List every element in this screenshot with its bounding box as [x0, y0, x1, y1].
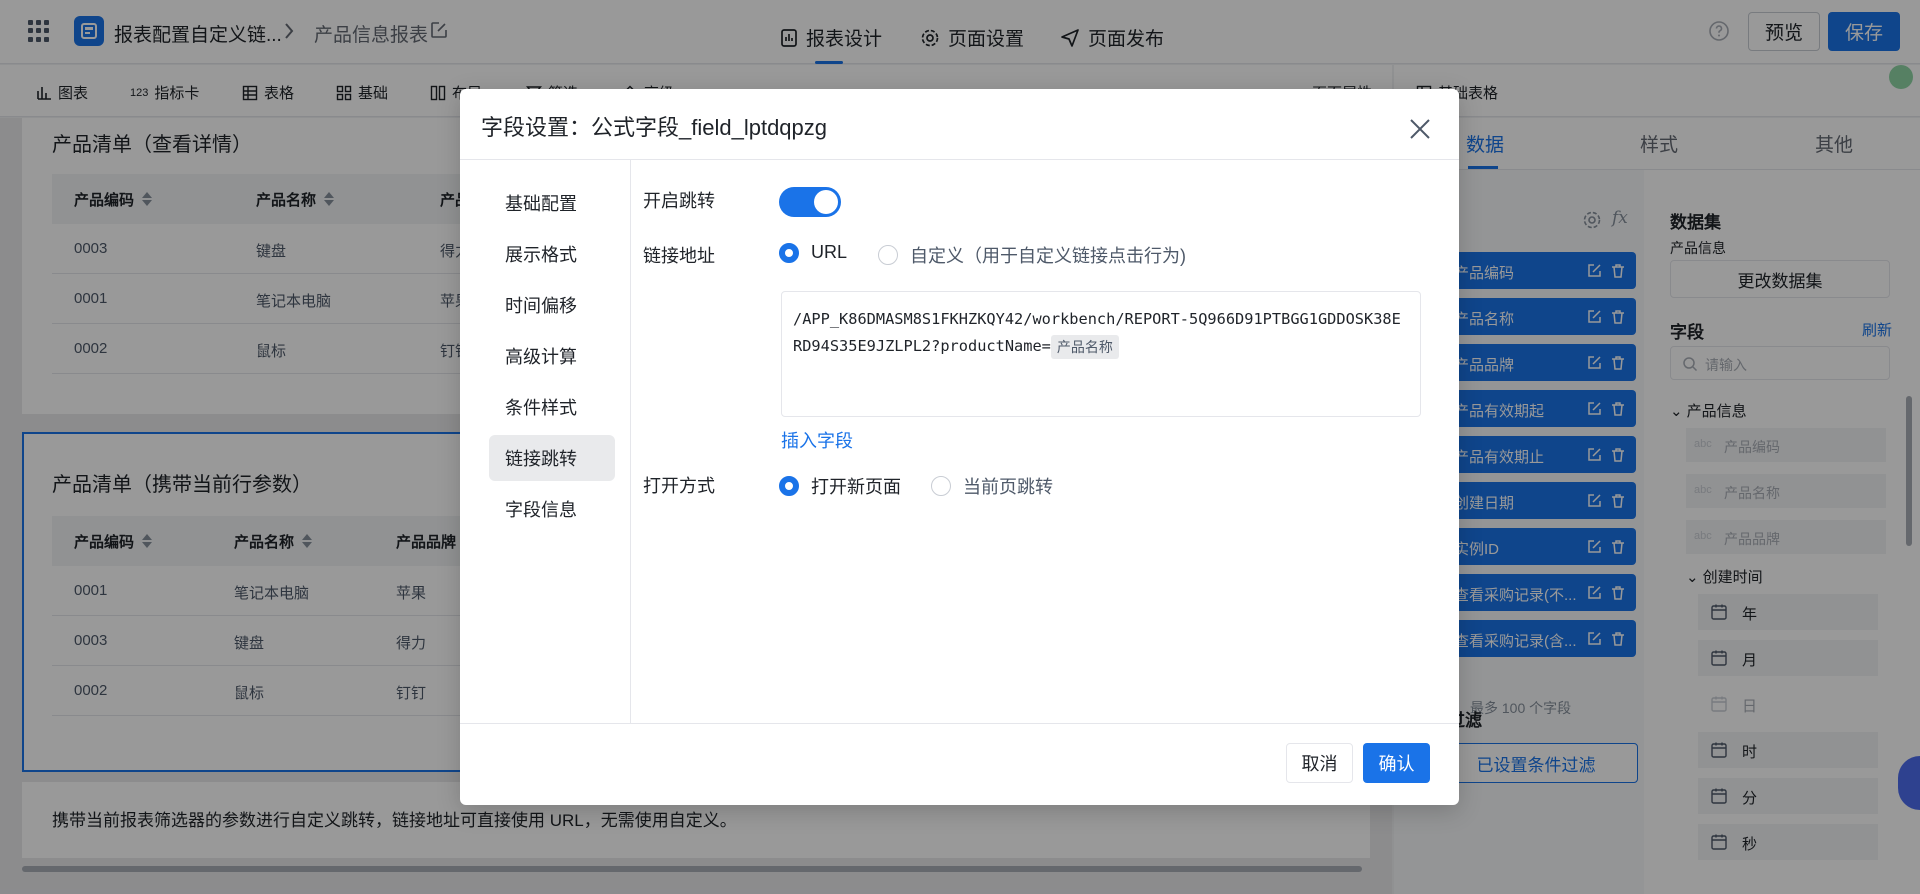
- close-icon[interactable]: [1408, 117, 1432, 141]
- nav-advanced-calc[interactable]: 高级计算: [489, 333, 615, 379]
- url-field-tag[interactable]: 产品名称: [1050, 334, 1119, 359]
- radio-current-page[interactable]: 当前页跳转: [931, 473, 1053, 499]
- url-editor[interactable]: /APP_K86DMASM8S1FKHZKQY42/workbench/REPO…: [781, 291, 1421, 417]
- link-address-label: 链接地址: [643, 246, 715, 266]
- radio-unchecked-icon: [878, 245, 898, 265]
- radio-label: 当前页跳转: [963, 477, 1053, 497]
- enable-jump-toggle[interactable]: [779, 187, 841, 217]
- open-mode-label: 打开方式: [643, 476, 715, 496]
- cancel-button[interactable]: 取消: [1286, 743, 1353, 783]
- radio-label: 自定义（用于自定义链接点击行为): [910, 246, 1186, 266]
- radio-url[interactable]: URL: [779, 242, 847, 263]
- radio-unchecked-icon: [931, 476, 951, 496]
- divider: [460, 723, 1459, 724]
- nav-time-offset[interactable]: 时间偏移: [489, 282, 615, 328]
- confirm-button[interactable]: 确认: [1363, 743, 1430, 783]
- insert-field-link[interactable]: 插入字段: [781, 427, 853, 453]
- enable-jump-label: 开启跳转: [643, 191, 715, 211]
- field-settings-dialog: 字段设置：公式字段_field_lptdqpzg 基础配置 展示格式 时间偏移 …: [460, 89, 1459, 805]
- nav-conditional-style[interactable]: 条件样式: [489, 384, 615, 430]
- settings-body: 开启跳转 链接地址 URL 自定义（用于自定义链接点击行为) /APP_K86D…: [631, 160, 1459, 723]
- radio-label: 打开新页面: [811, 477, 901, 497]
- toggle-knob: [814, 190, 838, 214]
- radio-custom[interactable]: 自定义（用于自定义链接点击行为): [878, 242, 1186, 268]
- nav-display-format[interactable]: 展示格式: [489, 231, 615, 277]
- nav-basic-config[interactable]: 基础配置: [489, 180, 615, 226]
- radio-new-page[interactable]: 打开新页面: [779, 473, 901, 499]
- radio-checked-icon: [779, 242, 799, 263]
- nav-field-info[interactable]: 字段信息: [489, 486, 615, 532]
- dialog-title: 字段设置：公式字段_field_lptdqpzg: [481, 115, 828, 140]
- nav-link-jump[interactable]: 链接跳转: [489, 435, 615, 481]
- radio-checked-icon: [779, 476, 799, 496]
- settings-nav: 基础配置 展示格式 时间偏移 高级计算 条件样式 链接跳转 字段信息: [460, 160, 631, 723]
- radio-label: URL: [811, 242, 848, 262]
